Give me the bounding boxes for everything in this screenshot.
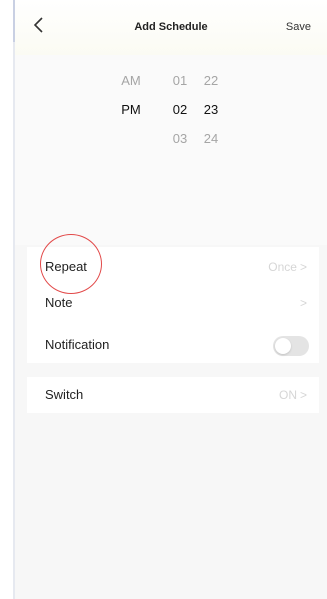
notification-toggle[interactable] bbox=[273, 336, 309, 356]
app-header: Add Schedule Save bbox=[15, 0, 327, 55]
annotation-circle bbox=[40, 234, 102, 294]
repeat-value: Once > bbox=[268, 260, 307, 274]
save-button[interactable]: Save bbox=[286, 21, 311, 33]
time-picker[interactable]: AM PM 01 02 03 22 23 24 bbox=[15, 55, 327, 245]
notification-row: Notification bbox=[27, 327, 319, 363]
note-label: Note bbox=[45, 295, 73, 310]
switch-value: ON > bbox=[279, 388, 307, 402]
picker-minute-22[interactable]: 22 bbox=[191, 73, 231, 88]
repeat-value-text: Once bbox=[268, 260, 297, 274]
switch-label: Switch bbox=[45, 387, 84, 402]
chevron-right-icon: > bbox=[299, 296, 307, 310]
note-value: > bbox=[297, 296, 307, 310]
chevron-right-icon: > bbox=[299, 260, 307, 274]
page-title: Add Schedule bbox=[134, 21, 208, 33]
picker-ampm-am[interactable]: AM bbox=[111, 73, 151, 88]
switch-row[interactable]: Switch ON > bbox=[27, 377, 319, 413]
settings-card-switch: Switch ON > bbox=[27, 377, 319, 413]
toggle-knob bbox=[275, 338, 291, 354]
notification-label: Notification bbox=[45, 337, 110, 352]
picker-minute-23[interactable]: 23 bbox=[191, 102, 231, 117]
switch-value-text: ON bbox=[278, 388, 297, 402]
picker-ampm-pm[interactable]: PM bbox=[111, 102, 151, 117]
picker-minute-24[interactable]: 24 bbox=[191, 131, 231, 146]
chevron-right-icon: > bbox=[299, 388, 307, 402]
